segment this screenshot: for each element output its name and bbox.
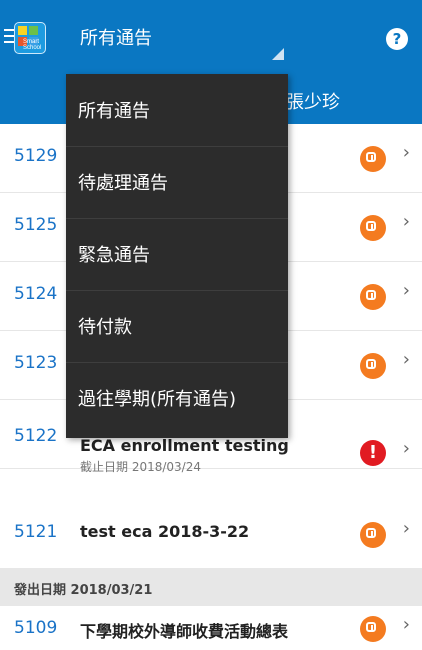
date-section-header: 發出日期 2018/03/21 xyxy=(0,568,422,606)
chevron-right-icon: › xyxy=(402,438,410,459)
chevron-right-icon: › xyxy=(402,614,410,635)
notice-deadline: 截止日期 2018/03/24 xyxy=(80,460,201,474)
dropdown-title: 所有通告 xyxy=(80,28,152,49)
clock-icon xyxy=(360,616,386,642)
menu-item-past-terms[interactable]: 過往學期(所有通告) xyxy=(66,362,288,434)
chevron-right-icon: › xyxy=(402,211,410,232)
help-icon[interactable]: ? xyxy=(386,28,408,50)
notice-number: 5124 xyxy=(14,284,58,304)
chevron-right-icon: › xyxy=(402,142,410,163)
smart-school-logo-icon: Smart School xyxy=(14,22,46,54)
clock-icon xyxy=(360,284,386,310)
notice-number: 5122 xyxy=(14,426,58,446)
clock-icon xyxy=(360,522,386,548)
section-label: 發出日期 2018/03/21 xyxy=(14,583,153,598)
list-item[interactable]: 5109 下學期校外導師收費活動總表 › xyxy=(0,606,422,650)
menu-icon[interactable] xyxy=(4,29,14,43)
notice-number: 5121 xyxy=(14,522,58,542)
filter-menu: 所有通告 待處理通告 緊急通告 待付款 過往學期(所有通告) xyxy=(66,74,288,438)
notice-number: 5125 xyxy=(14,215,58,235)
urgent-exclamation-icon: ! xyxy=(360,440,386,466)
notice-title: 下學期校外導師收費活動總表 xyxy=(80,622,289,641)
menu-item-label: 過往學期(所有通告) xyxy=(78,389,237,410)
dropdown-corner-icon xyxy=(272,48,284,60)
user-name: 張少珍 xyxy=(286,92,340,113)
notice-title: test eca 2018-3-22 xyxy=(80,522,250,541)
clock-icon xyxy=(360,353,386,379)
chevron-right-icon: › xyxy=(402,518,410,539)
logo-caption: Smart School xyxy=(23,39,42,51)
menu-item-pending-notices[interactable]: 待處理通告 xyxy=(66,146,288,219)
menu-item-label: 待處理通告 xyxy=(78,173,168,194)
notice-title: ECA enrollment testing xyxy=(80,436,289,455)
notice-number: 5123 xyxy=(14,353,58,373)
notice-filter-dropdown[interactable]: 所有通告 xyxy=(66,0,288,74)
chevron-right-icon: › xyxy=(402,280,410,301)
menu-item-all-notices[interactable]: 所有通告 xyxy=(66,74,288,147)
chevron-right-icon: › xyxy=(402,349,410,370)
list-item[interactable]: 5121 test eca 2018-3-22 › xyxy=(0,500,422,569)
menu-item-pending-payment[interactable]: 待付款 xyxy=(66,290,288,363)
notice-number: 5129 xyxy=(14,146,58,166)
notice-number: 5109 xyxy=(14,618,58,638)
clock-icon xyxy=(360,215,386,241)
clock-icon xyxy=(360,146,386,172)
menu-item-label: 待付款 xyxy=(78,317,132,338)
menu-item-label: 緊急通告 xyxy=(78,245,150,266)
menu-item-urgent-notices[interactable]: 緊急通告 xyxy=(66,218,288,291)
menu-item-label: 所有通告 xyxy=(78,101,150,122)
